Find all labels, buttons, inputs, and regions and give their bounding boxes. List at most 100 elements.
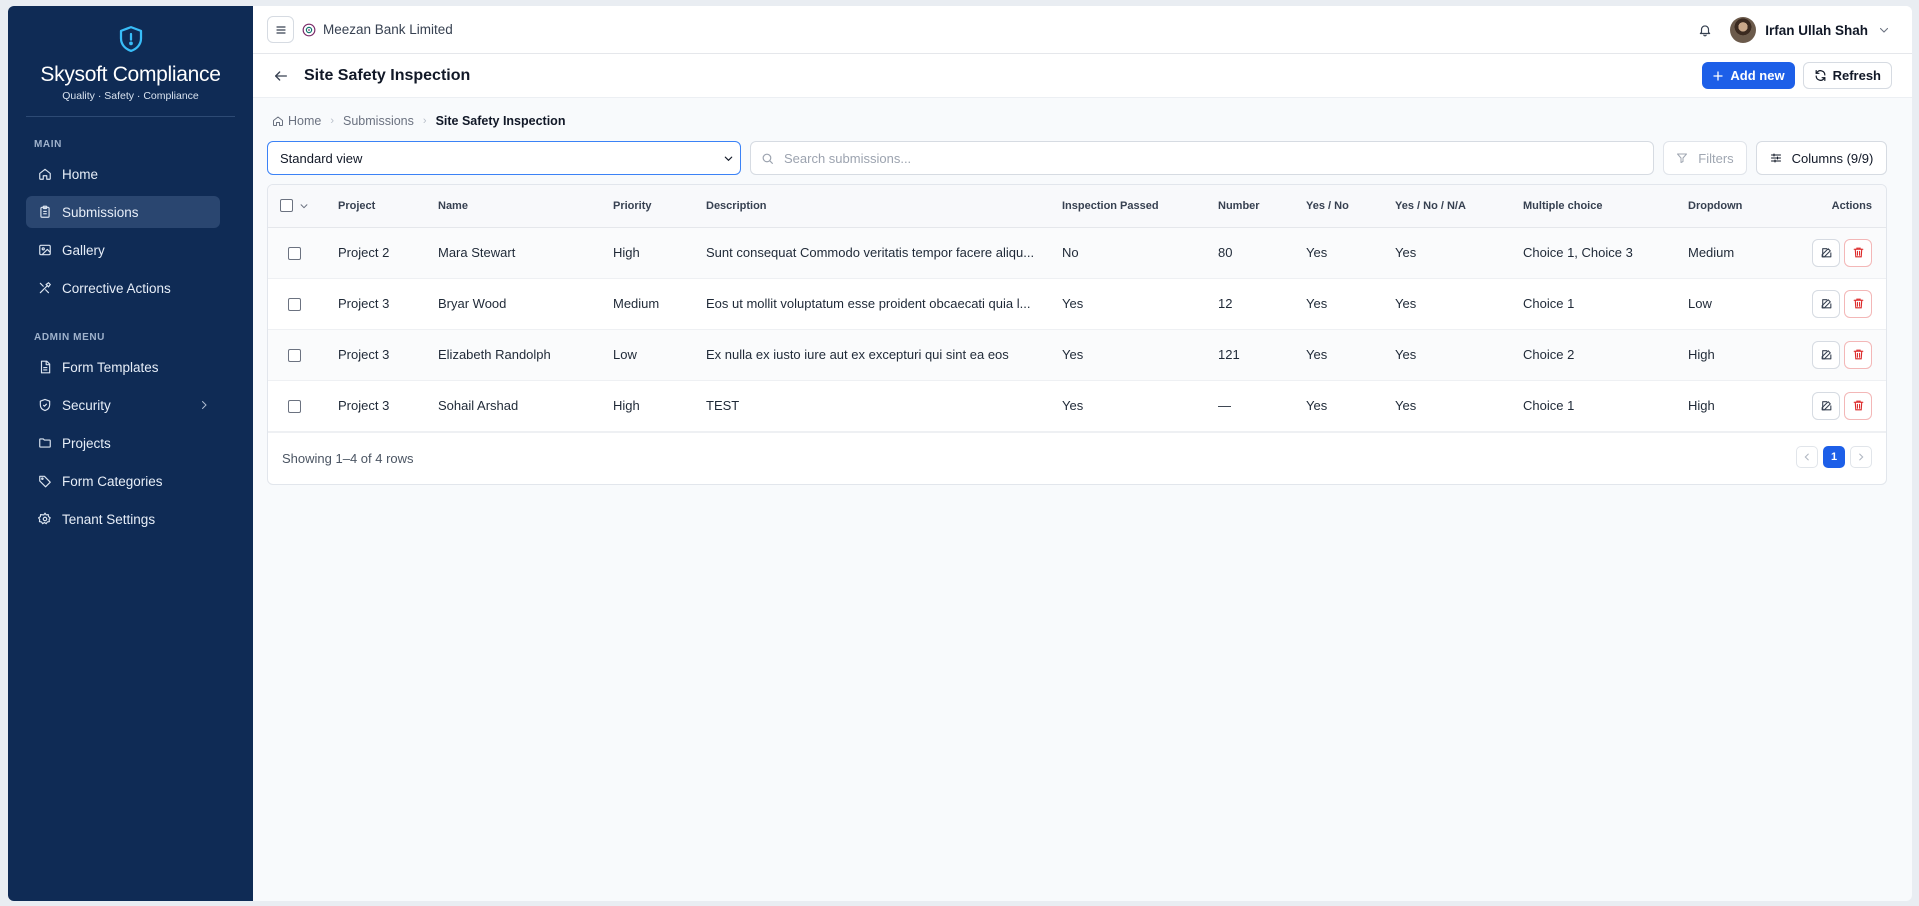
columns-button[interactable]: Columns (9/9)	[1756, 141, 1887, 175]
edit-icon	[1821, 350, 1831, 360]
sidebar-item-form-templates[interactable]: Form Templates	[26, 351, 220, 383]
table-row[interactable]: Project 3 Sohail Arshad High TEST Yes — …	[268, 380, 1886, 431]
delete-button[interactable]	[1844, 238, 1872, 267]
column-header-priority[interactable]: Priority	[613, 185, 706, 227]
search-input[interactable]: Search submissions...	[750, 141, 1654, 175]
row-checkbox[interactable]	[288, 247, 301, 261]
tenant-name[interactable]: Meezan Bank Limited	[323, 22, 453, 37]
sidebar-item-security[interactable]: Security	[26, 389, 220, 421]
submissions-table: Project Name Priority Description Inspec…	[268, 185, 1886, 432]
avatar[interactable]	[1730, 17, 1757, 43]
sidebar-item-projects[interactable]: Projects	[26, 427, 220, 459]
content: Home › Submissions › Site Safety Inspect…	[253, 98, 1912, 485]
view-select[interactable]: Standard view	[267, 141, 741, 175]
cell-inspection-passed: No	[1062, 245, 1079, 260]
cell-yes-no-na: Yes	[1395, 296, 1417, 311]
sidebar-item-label: Projects	[62, 435, 111, 451]
user-area: Irfan Ullah Shah	[1698, 6, 1890, 54]
column-header-name[interactable]: Name	[438, 185, 613, 227]
cell-multiple-choice: Choice 1	[1523, 296, 1575, 311]
sidebar-item-corrective-actions[interactable]: Corrective Actions	[26, 272, 220, 304]
column-header-dropdown[interactable]: Dropdown	[1688, 185, 1788, 227]
column-header-number[interactable]: Number	[1218, 185, 1306, 227]
cell-multiple-choice: Choice 1, Choice 3	[1523, 245, 1633, 260]
user-name[interactable]: Irfan Ullah Shah	[1765, 23, 1868, 38]
sliders-icon	[1770, 153, 1781, 163]
edit-icon	[1821, 248, 1831, 258]
cell-project: Project 2	[338, 245, 390, 260]
gear-icon	[38, 512, 51, 525]
breadcrumb-separator: ›	[330, 115, 335, 127]
cell-description: Ex nulla ex iusto iure aut ex excepturi …	[706, 347, 1009, 362]
topbar: Meezan Bank Limited Irfan Ullah Shah	[253, 6, 1912, 54]
cell-number: 12	[1218, 296, 1233, 311]
brand-subtitle: Quality · Safety · Compliance	[62, 90, 199, 102]
cell-description: Sunt consequat Commodo veritatis tempor …	[706, 245, 1035, 260]
table-row[interactable]: Project 3 Elizabeth Randolph Low Ex null…	[268, 329, 1886, 380]
bell-icon[interactable]	[1698, 23, 1712, 37]
filters-label: Filters	[1698, 150, 1734, 166]
sidebar-item-submissions[interactable]: Submissions	[26, 196, 220, 228]
delete-button[interactable]	[1844, 340, 1872, 369]
breadcrumb-current: Site Safety Inspection	[435, 114, 566, 128]
edit-button[interactable]	[1812, 238, 1840, 267]
home-icon	[273, 116, 283, 126]
nav-section-admin: ADMIN MENU	[34, 332, 105, 343]
trash-icon	[1853, 349, 1863, 360]
filters-button[interactable]: Filters	[1663, 141, 1747, 175]
delete-button[interactable]	[1844, 289, 1872, 318]
edit-button[interactable]	[1812, 340, 1840, 369]
select-all-checkbox[interactable]	[280, 199, 293, 213]
cell-inspection-passed: Yes	[1062, 296, 1084, 311]
prev-page-button[interactable]	[1796, 445, 1818, 468]
cell-yes-no: Yes	[1306, 398, 1328, 413]
page-button-current[interactable]: 1	[1823, 445, 1845, 468]
column-header-yes-no-na[interactable]: Yes / No / N/A	[1395, 185, 1523, 227]
chevron-right-icon	[202, 401, 207, 409]
column-header-description[interactable]: Description	[706, 185, 1062, 227]
cell-multiple-choice: Choice 1	[1523, 398, 1575, 413]
column-header-project[interactable]: Project	[338, 185, 438, 227]
search-placeholder: Search submissions...	[784, 150, 912, 166]
cell-yes-no: Yes	[1306, 347, 1328, 362]
cell-yes-no-na: Yes	[1395, 245, 1417, 260]
cell-number: 121	[1218, 347, 1240, 362]
row-checkbox[interactable]	[288, 400, 301, 414]
sidebar-item-gallery[interactable]: Gallery	[26, 234, 220, 266]
next-page-button[interactable]	[1850, 445, 1872, 468]
edit-button[interactable]	[1812, 289, 1840, 318]
breadcrumb-submissions[interactable]: Submissions	[343, 114, 414, 128]
sidebar-item-home[interactable]: Home	[26, 158, 220, 190]
delete-button[interactable]	[1844, 391, 1872, 420]
chevron-down-icon[interactable]	[299, 201, 309, 211]
trash-icon	[1853, 247, 1863, 258]
cell-dropdown: Medium	[1688, 245, 1735, 260]
cell-inspection-passed: Yes	[1062, 347, 1084, 362]
tag-icon	[39, 475, 51, 488]
chevron-down-icon[interactable]	[1878, 24, 1890, 36]
add-new-button[interactable]: Add new	[1702, 62, 1795, 89]
breadcrumb-home[interactable]: Home	[288, 114, 321, 128]
edit-button[interactable]	[1812, 391, 1840, 420]
column-header-inspection-passed[interactable]: Inspection Passed	[1062, 185, 1218, 227]
arrow-left-icon[interactable]	[273, 68, 289, 84]
sidebar: Skysoft Compliance Quality · Safety · Co…	[8, 6, 253, 901]
row-checkbox[interactable]	[288, 349, 301, 363]
menu-toggle-button[interactable]	[267, 16, 294, 43]
header-actions: Add new Refresh	[1702, 62, 1892, 89]
cell-description: Eos ut mollit voluptatum esse proident o…	[706, 296, 1031, 311]
column-header-yes-no[interactable]: Yes / No	[1306, 185, 1395, 227]
column-header-multiple-choice[interactable]: Multiple choice	[1523, 185, 1688, 227]
table-row[interactable]: Project 2 Mara Stewart High Sunt consequ…	[268, 227, 1886, 278]
add-new-label: Add new	[1730, 68, 1785, 83]
sidebar-item-label: Gallery	[62, 242, 105, 258]
brand-title: Skysoft Compliance	[40, 63, 221, 86]
sidebar-item-form-categories[interactable]: Form Categories	[26, 465, 220, 497]
refresh-button[interactable]: Refresh	[1802, 62, 1892, 89]
toolbar: Standard view Search submissions... Filt…	[267, 141, 1887, 175]
table-row[interactable]: Project 3 Bryar Wood Medium Eos ut molli…	[268, 278, 1886, 329]
chevron-right-icon	[1859, 453, 1864, 460]
cell-name: Elizabeth Randolph	[438, 347, 551, 362]
row-checkbox[interactable]	[288, 298, 301, 312]
sidebar-item-tenant-settings[interactable]: Tenant Settings	[26, 503, 220, 535]
